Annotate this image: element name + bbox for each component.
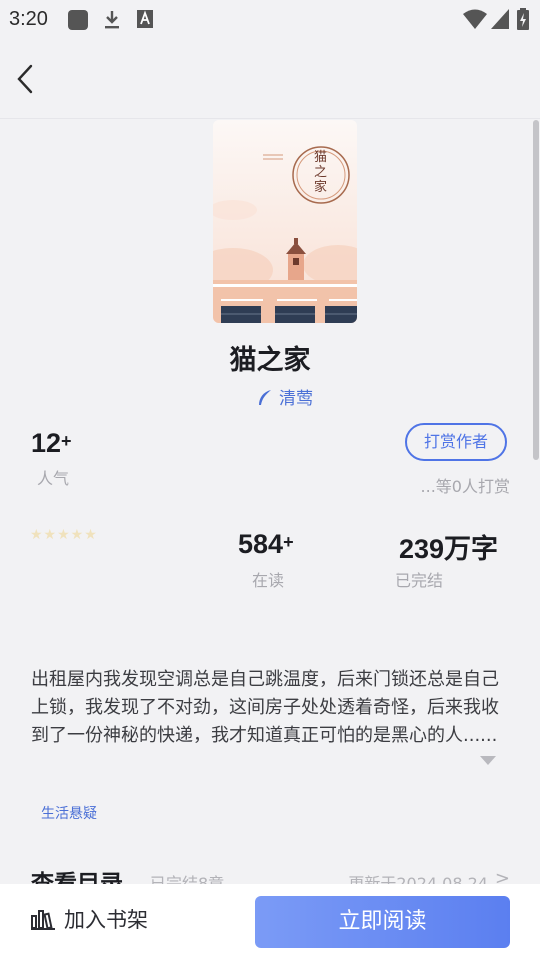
add-to-shelf-button[interactable]: 加入书架	[30, 904, 148, 940]
app-notification-icon	[68, 10, 88, 30]
reward-count: ...等0人打赏	[420, 477, 510, 496]
text-icon	[137, 10, 153, 28]
author-name: 清莺	[279, 389, 313, 409]
status-time: 3:20	[9, 8, 48, 30]
download-icon	[105, 11, 119, 29]
scrollbar[interactable]	[533, 120, 539, 460]
reading-count-label: 在读	[252, 571, 285, 590]
popularity-value: 12+	[31, 428, 72, 458]
popularity-label: 人气	[37, 469, 70, 488]
author-link[interactable]: 清莺	[0, 384, 540, 409]
chevron-left-icon	[17, 64, 33, 94]
completion-status-label: 已完结	[395, 571, 444, 590]
signal-icon	[491, 9, 509, 29]
reward-author-button[interactable]: 打赏作者	[405, 423, 507, 461]
book-title: 猫之家	[229, 345, 311, 376]
word-count-value: 239万字	[399, 534, 499, 564]
add-to-shelf-label: 加入书架	[64, 908, 148, 932]
status-bar: 3:20	[0, 0, 540, 38]
bookshelf-icon	[31, 910, 55, 930]
genre-tag[interactable]: 生活悬疑	[41, 803, 97, 823]
bottom-action-bar: 加入书架 立即阅读	[0, 884, 540, 960]
book-description: 出租屋内我发现空调总是自己跳温度，后来门锁还总是自己上锁，我发现了不对劲，这间房…	[31, 669, 499, 746]
back-button[interactable]	[10, 60, 44, 96]
reading-count-value: 584+	[238, 529, 294, 559]
book-cover[interactable]: 猫之家	[213, 120, 357, 323]
battery-icon	[517, 8, 529, 30]
navigation-bar	[0, 38, 540, 119]
cover-illustration	[213, 120, 357, 323]
feather-icon	[259, 390, 271, 405]
cover-title-text: 猫之家	[314, 150, 328, 195]
expand-description-arrow[interactable]	[480, 756, 496, 765]
wifi-icon	[463, 9, 487, 29]
rating-stars: ★★★★★	[30, 527, 98, 543]
read-now-button[interactable]: 立即阅读	[255, 896, 510, 948]
